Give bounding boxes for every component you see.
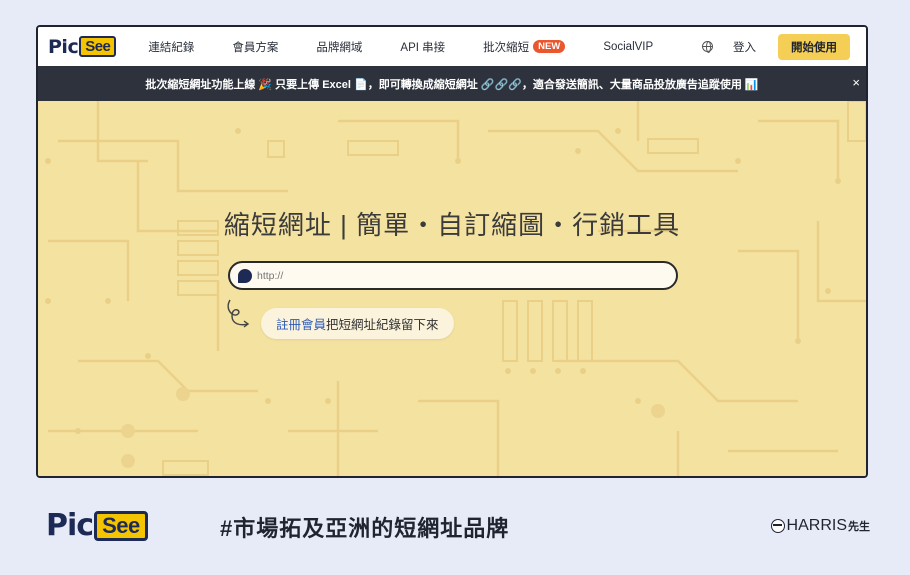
nav-link-socialvip[interactable]: SocialVIP xyxy=(603,41,653,53)
top-nav: Pic See 連結紀錄 會員方案 品牌網域 API 串接 批次縮短 NEW S… xyxy=(38,27,866,66)
footer-picsee-logo: Pic See xyxy=(46,508,148,543)
start-button[interactable]: 開始使用 xyxy=(778,33,850,60)
browser-frame: Pic See 連結紀錄 會員方案 品牌網域 API 串接 批次縮短 NEW S… xyxy=(36,25,868,478)
nav-links: 連結紀錄 會員方案 品牌網域 API 串接 批次縮短 NEW SocialVIP xyxy=(148,39,691,55)
harris-face-icon xyxy=(770,519,785,533)
url-input-bar[interactable] xyxy=(228,261,678,290)
close-icon[interactable]: × xyxy=(852,75,860,90)
nav-link-history[interactable]: 連結紀錄 xyxy=(148,39,194,55)
nav-link-batch[interactable]: 批次縮短 NEW xyxy=(483,39,566,55)
harris-sub-text: 先生 xyxy=(848,521,870,533)
hero-headline: 縮短網址 | 簡單・自訂縮圖・行銷工具 xyxy=(223,210,681,240)
nav-right: 登入 開始使用 xyxy=(702,27,850,66)
footer-logo-pic: Pic xyxy=(46,508,94,543)
harris-watermark: HARRIS 先生 xyxy=(770,517,870,535)
url-input[interactable] xyxy=(257,269,637,282)
globe-icon[interactable] xyxy=(702,41,713,53)
nav-link-plans[interactable]: 會員方案 xyxy=(232,39,278,55)
nav-link-brand-domain[interactable]: 品牌網域 xyxy=(316,39,362,55)
register-prompt-text: 把短網址紀錄留下來 xyxy=(326,318,439,332)
footer-slogan: #市場拓及亞洲的短網址品牌 xyxy=(220,516,510,541)
register-link[interactable]: 註冊會員 xyxy=(276,314,326,333)
hero-section: 縮短網址 | 簡單・自訂縮圖・行銷工具 註冊會員 把短網址紀錄留下來 xyxy=(38,101,866,476)
announcement-text: 批次縮短網址功能上線 🎉 只要上傳 Excel 📄，即可轉換成縮短網址 🔗🔗🔗，… xyxy=(145,78,759,91)
logo-see: See xyxy=(79,36,117,57)
curly-arrow-icon xyxy=(227,299,250,328)
announcement-bar: 批次縮短網址功能上線 🎉 只要上傳 Excel 📄，即可轉換成縮短網址 🔗🔗🔗，… xyxy=(38,66,866,101)
harris-text: HARRIS xyxy=(786,517,847,534)
nav-link-api[interactable]: API 串接 xyxy=(400,39,445,55)
nav-link-batch-label: 批次縮短 xyxy=(483,41,530,54)
new-badge: NEW xyxy=(533,40,566,53)
login-link[interactable]: 登入 xyxy=(733,39,756,55)
register-prompt: 註冊會員 把短網址紀錄留下來 xyxy=(261,308,454,339)
footer-logo-see: See xyxy=(94,510,148,541)
logo-pic: Pic xyxy=(48,35,79,58)
picsee-logo[interactable]: Pic See xyxy=(48,35,117,58)
picsee-pin-icon xyxy=(238,268,252,283)
